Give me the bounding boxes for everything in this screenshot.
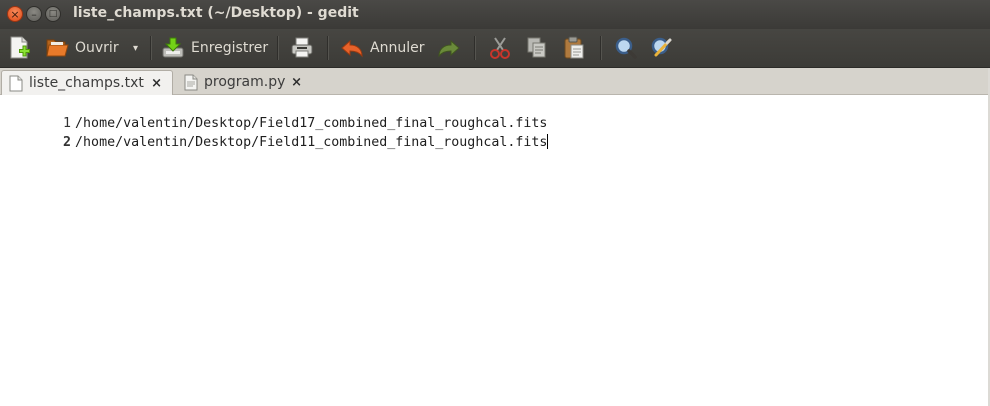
- line-number: 2: [63, 135, 72, 150]
- paste-button[interactable]: [563, 29, 585, 67]
- new-document-button[interactable]: [9, 29, 31, 67]
- text-file-icon: [9, 75, 23, 91]
- find-replace-button[interactable]: [650, 29, 674, 67]
- undo-arrow-icon: [341, 39, 363, 58]
- redo-button[interactable]: [437, 29, 461, 67]
- open-label: Ouvrir: [75, 40, 119, 56]
- tab-liste-champs[interactable]: liste_champs.txt ×: [1, 70, 173, 95]
- tab-program-py[interactable]: program.py ×: [177, 70, 312, 94]
- close-tab-icon[interactable]: ×: [151, 76, 162, 91]
- print-button[interactable]: [290, 29, 314, 67]
- open-recent-dropdown[interactable]: ▾: [133, 29, 138, 67]
- redo-arrow-icon: [438, 39, 460, 58]
- text-cursor: [547, 134, 549, 149]
- printer-icon: [291, 37, 313, 58]
- text-file-icon: [184, 74, 198, 90]
- find-replace-icon: [651, 37, 672, 57]
- folder-open-icon: [46, 39, 69, 57]
- toolbar: Ouvrir ▾ Enregistrer Annuler: [0, 29, 990, 68]
- toolbar-separator: [600, 36, 601, 60]
- gedit-window: × – □ liste_champs.txt (~/Desktop) - ged…: [0, 0, 990, 406]
- chevron-down-icon: ▾: [133, 42, 139, 54]
- tab-label: program.py: [204, 74, 286, 90]
- copy-icon: [527, 37, 546, 58]
- open-button[interactable]: Ouvrir: [45, 29, 119, 67]
- line-text[interactable]: /home/valentin/Desktop/Field11_combined_…: [75, 135, 547, 150]
- maximize-icon: □: [48, 8, 58, 19]
- editor-line[interactable]: 2/home/valentin/Desktop/Field11_combined…: [0, 114, 549, 150]
- save-icon: [162, 37, 184, 58]
- toolbar-separator: [150, 36, 151, 60]
- clipboard-icon: [564, 36, 584, 59]
- close-icon: ×: [10, 7, 20, 21]
- title-bar[interactable]: × – □ liste_champs.txt (~/Desktop) - ged…: [0, 0, 990, 29]
- editor-line[interactable]: 1/home/valentin/Desktop/Field17_combined…: [0, 95, 547, 131]
- close-tab-icon[interactable]: ×: [291, 75, 302, 90]
- toolbar-separator: [277, 36, 278, 60]
- magnifier-icon: [615, 37, 637, 59]
- save-button[interactable]: Enregistrer: [161, 29, 268, 67]
- scissors-icon: [490, 37, 510, 59]
- minimize-window-button[interactable]: –: [26, 6, 42, 22]
- minimize-icon: –: [31, 7, 37, 21]
- toolbar-separator: [474, 36, 475, 60]
- find-button[interactable]: [614, 29, 638, 67]
- tab-label: liste_champs.txt: [29, 75, 144, 91]
- close-window-button[interactable]: ×: [7, 6, 23, 22]
- text-editor-area[interactable]: 1/home/valentin/Desktop/Field17_combined…: [0, 95, 990, 406]
- cut-button[interactable]: [489, 29, 511, 67]
- toolbar-separator: [327, 36, 328, 60]
- maximize-window-button[interactable]: □: [45, 6, 61, 22]
- save-label: Enregistrer: [191, 40, 269, 56]
- tab-bar: liste_champs.txt × program.py ×: [0, 68, 990, 95]
- window-title: liste_champs.txt (~/Desktop) - gedit: [73, 5, 359, 21]
- copy-button[interactable]: [526, 29, 548, 67]
- undo-button[interactable]: Annuler: [340, 29, 424, 67]
- undo-label: Annuler: [370, 40, 425, 56]
- new-document-icon: [10, 36, 30, 59]
